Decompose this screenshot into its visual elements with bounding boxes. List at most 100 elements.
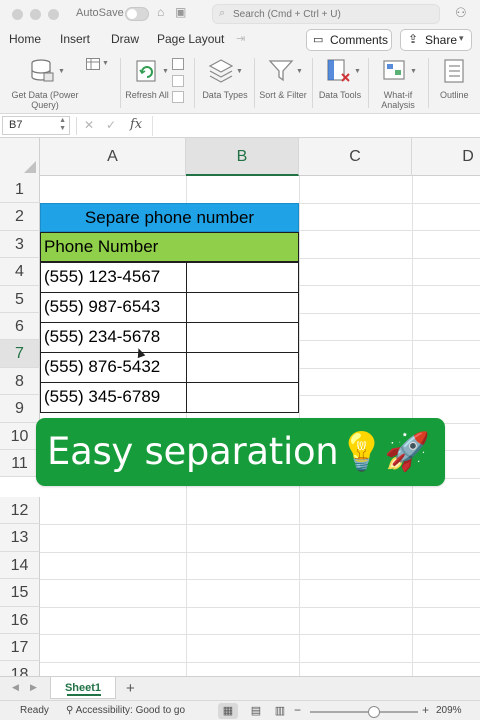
row-header[interactable]: 6 bbox=[0, 313, 40, 341]
formula-separator bbox=[76, 117, 77, 135]
formula-bar: B7 ▲ ▼ ✕ ✓ fx bbox=[0, 114, 480, 138]
close-window-button[interactable] bbox=[12, 9, 23, 20]
zoom-level[interactable]: 209% bbox=[436, 705, 462, 716]
empty-cell[interactable] bbox=[186, 262, 299, 293]
next-sheet-icon[interactable]: ▶ bbox=[30, 682, 37, 693]
row-header[interactable]: 10 bbox=[0, 422, 40, 450]
account-icon[interactable]: ⚇ bbox=[455, 5, 467, 21]
zoom-slider[interactable] bbox=[310, 711, 418, 713]
search-icon: ⌕ bbox=[219, 7, 226, 19]
page-break-view-button[interactable]: ▥ bbox=[270, 703, 290, 719]
add-sheet-button[interactable]: + bbox=[126, 680, 135, 697]
search-input[interactable] bbox=[233, 7, 433, 21]
query-tools-icon[interactable] bbox=[172, 58, 184, 104]
cancel-entry-icon[interactable]: ✕ bbox=[84, 118, 94, 132]
tab-home[interactable]: Home bbox=[9, 32, 41, 46]
minimize-window-button[interactable] bbox=[30, 9, 41, 20]
column-header-b[interactable]: B bbox=[186, 138, 299, 176]
gridline bbox=[40, 524, 480, 525]
sort-filter-button[interactable]: ▼ Sort & Filter bbox=[256, 56, 310, 112]
column-header-d[interactable]: D bbox=[412, 138, 480, 176]
autosave-label: AutoSave bbox=[76, 7, 124, 19]
row-header[interactable]: 11 bbox=[0, 450, 40, 478]
row-header[interactable]: 16 bbox=[0, 606, 40, 634]
row-header[interactable]: 14 bbox=[0, 551, 40, 580]
row-header[interactable]: 13 bbox=[0, 524, 40, 552]
page-layout-view-button[interactable]: ▤ bbox=[246, 703, 266, 719]
comments-button[interactable]: ▭ Comments bbox=[306, 29, 392, 51]
empty-cell[interactable] bbox=[186, 322, 299, 353]
row-header[interactable]: 4 bbox=[0, 258, 40, 286]
search-box[interactable]: ⌕ bbox=[212, 4, 440, 24]
zoom-slider-thumb[interactable] bbox=[368, 706, 380, 718]
column-header-c[interactable]: C bbox=[299, 138, 412, 176]
tab-draw[interactable]: Draw bbox=[111, 32, 139, 46]
phone-cell[interactable]: (555) 123-4567 bbox=[40, 262, 187, 293]
tab-page-layout[interactable]: Page Layout bbox=[157, 32, 224, 46]
outline-button[interactable]: Outline bbox=[432, 56, 480, 112]
select-all-button[interactable] bbox=[0, 138, 40, 176]
phone-cell[interactable]: (555) 876-5432 bbox=[40, 352, 187, 383]
ribbon-separator bbox=[194, 58, 195, 108]
row-header[interactable]: 12 bbox=[0, 497, 40, 525]
chevron-down-icon: ▼ bbox=[162, 68, 169, 75]
row-header[interactable]: 9 bbox=[0, 395, 40, 423]
chevron-down-icon: ▼ bbox=[102, 60, 109, 67]
chevron-down-icon: ▼ bbox=[410, 68, 417, 75]
header-cell[interactable]: Phone Number bbox=[40, 232, 299, 262]
gridline bbox=[40, 552, 480, 553]
row-header[interactable]: 15 bbox=[0, 579, 40, 607]
zoom-window-button[interactable] bbox=[48, 9, 59, 20]
refresh-all-button[interactable]: ▼ Refresh All bbox=[122, 56, 172, 112]
tab-insert[interactable]: Insert bbox=[60, 32, 90, 46]
normal-view-button[interactable]: ▦ bbox=[218, 703, 238, 719]
chevron-down-icon: ▼ bbox=[296, 68, 303, 75]
phone-cell[interactable]: (555) 234-5678 bbox=[40, 322, 187, 353]
previous-sheet-icon[interactable]: ◀ bbox=[12, 682, 19, 693]
gridline bbox=[40, 634, 480, 635]
more-tabs-icon[interactable]: ⇥ bbox=[236, 32, 245, 45]
name-box[interactable]: B7 ▲ ▼ bbox=[2, 116, 70, 135]
zoom-in-button[interactable]: + bbox=[422, 703, 429, 717]
ribbon-separator bbox=[368, 58, 369, 108]
row-header[interactable]: 2 bbox=[0, 203, 40, 231]
save-icon[interactable]: ▣ bbox=[175, 5, 186, 19]
empty-cell[interactable] bbox=[186, 382, 299, 413]
ribbon-separator bbox=[120, 58, 121, 108]
database-icon bbox=[31, 59, 54, 82]
data-tools-icon bbox=[327, 59, 350, 82]
row-header[interactable]: 1 bbox=[0, 176, 40, 204]
formula-input[interactable] bbox=[152, 116, 476, 136]
excel-window: AutoSave ⌂ ▣ ⌕ ⚇ Home Insert Draw Page L… bbox=[0, 0, 480, 720]
row-header[interactable]: 5 bbox=[0, 285, 40, 313]
phone-cell[interactable]: (555) 345-6789 bbox=[40, 382, 187, 413]
phone-cell[interactable]: (555) 987-6543 bbox=[40, 292, 187, 323]
caption-text: Easy separation💡🚀 bbox=[47, 430, 430, 473]
confirm-entry-icon[interactable]: ✓ bbox=[106, 118, 116, 132]
row-header[interactable]: 18 bbox=[0, 661, 40, 676]
data-types-button[interactable]: ▼ Data Types bbox=[198, 56, 252, 112]
row-header[interactable]: 7 bbox=[0, 340, 40, 368]
row-header[interactable]: 17 bbox=[0, 634, 40, 662]
accessibility-status[interactable]: ⚲ Accessibility: Good to go bbox=[66, 705, 185, 716]
share-button[interactable]: ⇪ Share ▾ bbox=[400, 29, 472, 51]
worksheet-grid[interactable]: A B C D 1 2 3 4 5 6 7 8 9 10 11 12 13 14… bbox=[0, 138, 480, 676]
data-types-icon bbox=[208, 59, 234, 83]
empty-cell[interactable] bbox=[186, 292, 299, 323]
get-data-button[interactable]: ▼ Get Data (Power Query) bbox=[4, 56, 86, 112]
home-icon[interactable]: ⌂ bbox=[157, 5, 164, 19]
what-if-analysis-button[interactable]: ▼ What-if Analysis bbox=[370, 56, 426, 112]
selected-cell-b7[interactable] bbox=[186, 352, 299, 383]
sheet-tab-sheet1[interactable]: Sheet1 bbox=[50, 677, 116, 699]
sheet-tab-bar: ◀ ▶ Sheet1 + bbox=[0, 676, 480, 700]
data-tools-button[interactable]: ▼ Data Tools bbox=[314, 56, 366, 112]
insert-function-button[interactable]: fx bbox=[130, 117, 142, 132]
row-header[interactable]: 8 bbox=[0, 367, 40, 396]
title-cell[interactable]: Separe phone number bbox=[40, 203, 299, 232]
zoom-out-button[interactable]: − bbox=[294, 703, 301, 717]
autosave-toggle[interactable] bbox=[125, 7, 149, 21]
table-icon[interactable] bbox=[86, 58, 100, 70]
row-header[interactable]: 3 bbox=[0, 230, 40, 259]
gridline bbox=[40, 607, 480, 608]
column-header-a[interactable]: A bbox=[40, 138, 186, 176]
